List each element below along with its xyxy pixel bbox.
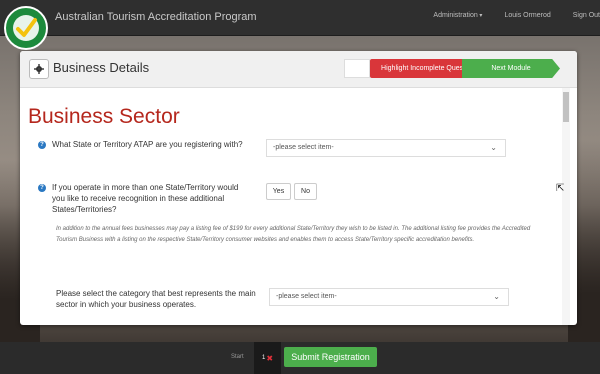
- business-details-panel: Business Details Highlight Incomplete Qu…: [20, 51, 577, 325]
- nav-right: Administration Louis Ormerod Sign Out: [411, 12, 600, 26]
- settings-button[interactable]: [29, 59, 49, 79]
- scrollbar-thumb[interactable]: [563, 92, 569, 122]
- next-module-button[interactable]: Next Module: [462, 59, 560, 78]
- mouse-cursor-icon: ⇱: [556, 183, 565, 194]
- start-label: Start: [231, 354, 244, 360]
- yes-button[interactable]: Yes: [266, 183, 291, 200]
- chevron-down-icon: ⌄: [490, 143, 497, 152]
- app-title: Australian Tourism Accreditation Program: [55, 11, 257, 23]
- state-territory-select-value: -please select item-: [273, 144, 334, 151]
- question-info-icon[interactable]: ?: [38, 141, 46, 149]
- business-category-select[interactable]: -please select item- ⌄: [269, 288, 509, 306]
- no-button[interactable]: No: [294, 183, 317, 200]
- question-business-category: Please select the category that best rep…: [56, 289, 256, 309]
- listing-fee-note: In addition to the annual fees businesse…: [56, 226, 531, 243]
- accreditation-logo[interactable]: [4, 6, 48, 50]
- chevron-down-icon: ⌄: [493, 292, 500, 301]
- error-x-icon: ✖: [266, 353, 274, 363]
- submit-registration-button[interactable]: Submit Registration: [284, 347, 377, 367]
- incomplete-count[interactable]: 1 ✖: [254, 342, 281, 374]
- state-territory-select[interactable]: -please select item- ⌄: [266, 139, 506, 157]
- business-category-select-value: -please select item-: [276, 293, 337, 300]
- gear-icon: [34, 64, 44, 74]
- bottom-bar: Start 1 ✖ Submit Registration: [0, 342, 600, 374]
- checkmark-logo-icon: [7, 9, 45, 47]
- incomplete-count-value: 1: [261, 355, 266, 361]
- question-info-icon[interactable]: ?: [38, 184, 46, 192]
- nav-administration-dropdown[interactable]: Administration: [433, 12, 482, 26]
- panel-header: Business Details Highlight Incomplete Qu…: [20, 51, 577, 88]
- question-state-territory: What State or Territory ATAP are you reg…: [52, 140, 243, 149]
- nav-sign-out[interactable]: Sign Out: [573, 12, 600, 26]
- section-title: Business Sector: [28, 105, 180, 128]
- vertical-scrollbar[interactable]: [562, 88, 570, 325]
- question-multiple-states: If you operate in more than one State/Te…: [52, 183, 239, 214]
- top-navbar: Australian Tourism Accreditation Program…: [0, 0, 600, 36]
- blank-toggle[interactable]: [344, 59, 370, 78]
- panel-title: Business Details: [53, 60, 150, 75]
- nav-user-name[interactable]: Louis Ormerod: [504, 12, 550, 26]
